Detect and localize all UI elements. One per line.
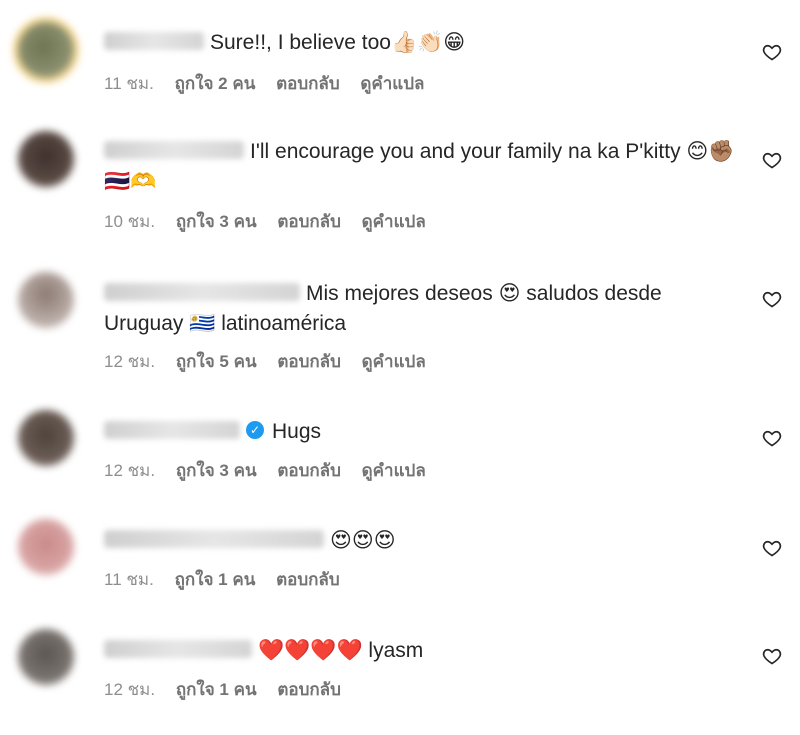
like-heart-icon[interactable]	[762, 538, 782, 558]
avatar[interactable]	[18, 629, 74, 685]
likes-count[interactable]: ถูกใจ 5 คน	[176, 352, 257, 371]
see-translation-button[interactable]: ดูคำแปล	[362, 352, 426, 371]
comment-body: I'll encourage you and your family na ka…	[104, 137, 744, 197]
see-translation-button[interactable]: ดูคำแปล	[360, 74, 424, 93]
comment-body: 😍😍😍	[104, 526, 744, 556]
comment-text: Sure!!, I believe too👍🏻👏🏻😁	[210, 31, 466, 54]
see-translation-button[interactable]: ดูคำแปล	[362, 461, 426, 480]
like-heart-icon[interactable]	[762, 42, 782, 62]
comment-text: 😍😍😍	[330, 529, 396, 552]
likes-count[interactable]: ถูกใจ 3 คน	[176, 212, 257, 231]
comment-meta: 12 ชม. ถูกใจ 3 คน ตอบกลับ ดูคำแปล	[104, 460, 442, 482]
timestamp[interactable]: 11 ชม.	[104, 570, 154, 589]
likes-count[interactable]: ถูกใจ 3 คน	[176, 461, 257, 480]
reply-button[interactable]: ตอบกลับ	[277, 461, 341, 480]
see-translation-button[interactable]: ดูคำแปล	[362, 212, 426, 231]
timestamp[interactable]: 12 ชม.	[104, 461, 155, 480]
avatar[interactable]	[14, 18, 78, 82]
like-heart-icon[interactable]	[762, 428, 782, 448]
comment-body: ✓ Hugs	[104, 417, 744, 447]
username[interactable]	[104, 141, 244, 160]
comment-body: Mis mejores deseos 😍 saludos desde Urugu…	[104, 279, 744, 339]
likes-count[interactable]: ถูกใจ 1 คน	[176, 680, 257, 699]
avatar[interactable]	[18, 519, 74, 575]
verified-badge-icon: ✓	[246, 421, 264, 440]
username[interactable]	[104, 32, 204, 51]
comment-meta: 12 ชม. ถูกใจ 5 คน ตอบกลับ ดูคำแปล	[104, 351, 442, 373]
like-heart-icon[interactable]	[762, 646, 782, 666]
comment-meta: 12 ชม. ถูกใจ 1 คน ตอบกลับ	[104, 679, 357, 701]
username[interactable]	[104, 421, 240, 440]
comment-text: ❤️❤️❤️❤️ lyasm	[258, 639, 424, 662]
comment-meta: 10 ชม. ถูกใจ 3 คน ตอบกลับ ดูคำแปล	[104, 211, 442, 233]
comment-meta: 11 ชม. ถูกใจ 2 คน ตอบกลับ ดูคำแปล	[104, 73, 440, 95]
username[interactable]	[104, 530, 324, 549]
comment-text: Hugs	[272, 420, 322, 443]
timestamp[interactable]: 12 ชม.	[104, 352, 155, 371]
reply-button[interactable]: ตอบกลับ	[276, 570, 340, 589]
reply-button[interactable]: ตอบกลับ	[277, 212, 341, 231]
comment-meta: 11 ชม. ถูกใจ 1 คน ตอบกลับ	[104, 569, 356, 591]
like-heart-icon[interactable]	[762, 150, 782, 170]
timestamp[interactable]: 11 ชม.	[104, 74, 154, 93]
likes-count[interactable]: ถูกใจ 2 คน	[175, 74, 256, 93]
username[interactable]	[104, 640, 252, 659]
comment-body: ❤️❤️❤️❤️ lyasm	[104, 636, 744, 666]
reply-button[interactable]: ตอบกลับ	[277, 680, 341, 699]
likes-count[interactable]: ถูกใจ 1 คน	[175, 570, 256, 589]
avatar[interactable]	[18, 410, 74, 466]
timestamp[interactable]: 10 ชม.	[104, 212, 155, 231]
reply-button[interactable]: ตอบกลับ	[277, 352, 341, 371]
comment-body: Sure!!, I believe too👍🏻👏🏻😁	[104, 28, 744, 58]
avatar[interactable]	[18, 272, 74, 328]
like-heart-icon[interactable]	[762, 289, 782, 309]
timestamp[interactable]: 12 ชม.	[104, 680, 155, 699]
username[interactable]	[104, 283, 300, 302]
avatar[interactable]	[18, 131, 74, 187]
reply-button[interactable]: ตอบกลับ	[276, 74, 340, 93]
